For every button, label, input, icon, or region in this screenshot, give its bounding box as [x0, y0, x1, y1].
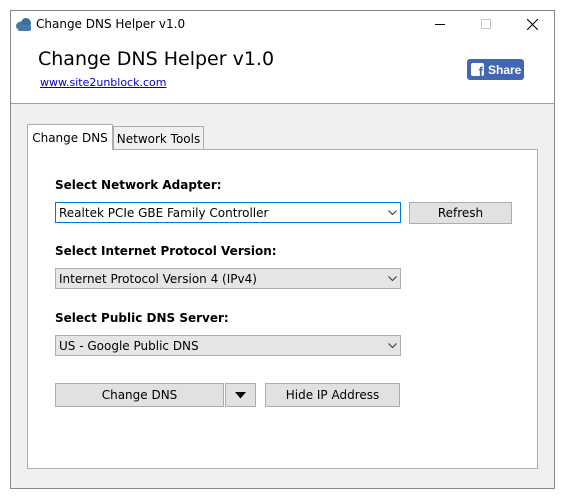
dns-server-label: Select Public DNS Server:	[55, 311, 229, 325]
maximize-icon	[481, 19, 491, 29]
minimize-button[interactable]	[417, 11, 463, 37]
tab-network-tools[interactable]: Network Tools	[113, 126, 204, 150]
chevron-down-icon	[384, 203, 400, 222]
close-button[interactable]	[509, 11, 555, 37]
facebook-share-button[interactable]: f Share	[467, 59, 524, 80]
protocol-version-select[interactable]: Internet Protocol Version 4 (IPv4)	[55, 268, 401, 289]
dns-server-value: US - Google Public DNS	[59, 338, 199, 353]
protocol-version-value: Internet Protocol Version 4 (IPv4)	[59, 271, 257, 286]
adapter-label: Select Network Adapter:	[55, 178, 222, 192]
website-link[interactable]: www.site2unblock.com	[40, 76, 166, 89]
facebook-icon: f	[471, 63, 484, 76]
maximize-button[interactable]	[463, 11, 509, 37]
tab-change-dns-label: Change DNS	[32, 130, 108, 145]
cloud-app-icon	[16, 18, 31, 31]
close-icon	[526, 18, 538, 30]
app-window: Change DNS Helper v1.0 Change DNS Helper…	[10, 10, 555, 489]
window-title: Change DNS Helper v1.0	[36, 17, 186, 31]
chevron-down-icon	[384, 269, 400, 288]
title-bar[interactable]: Change DNS Helper v1.0	[11, 11, 554, 37]
app-heading: Change DNS Helper v1.0	[38, 48, 275, 70]
protocol-label: Select Internet Protocol Version:	[55, 244, 277, 258]
dns-server-select[interactable]: US - Google Public DNS	[55, 335, 401, 356]
hide-ip-button[interactable]: Hide IP Address	[265, 383, 400, 407]
app-header: Change DNS Helper v1.0 www.site2unblock.…	[11, 37, 554, 104]
share-label: Share	[488, 62, 522, 77]
network-adapter-select[interactable]: Realtek PCIe GBE Family Controller	[55, 202, 401, 223]
refresh-button[interactable]: Refresh	[409, 202, 512, 224]
network-adapter-value: Realtek PCIe GBE Family Controller	[59, 205, 269, 220]
change-dns-panel: Select Network Adapter: Realtek PCIe GBE…	[27, 149, 538, 469]
minimize-icon	[435, 24, 445, 25]
tab-change-dns[interactable]: Change DNS	[27, 124, 113, 150]
chevron-down-icon	[384, 336, 400, 355]
change-dns-button[interactable]: Change DNS	[55, 383, 224, 407]
change-dns-options-button[interactable]	[225, 383, 256, 407]
caret-down-icon	[235, 391, 246, 398]
tab-network-tools-label: Network Tools	[116, 131, 201, 146]
